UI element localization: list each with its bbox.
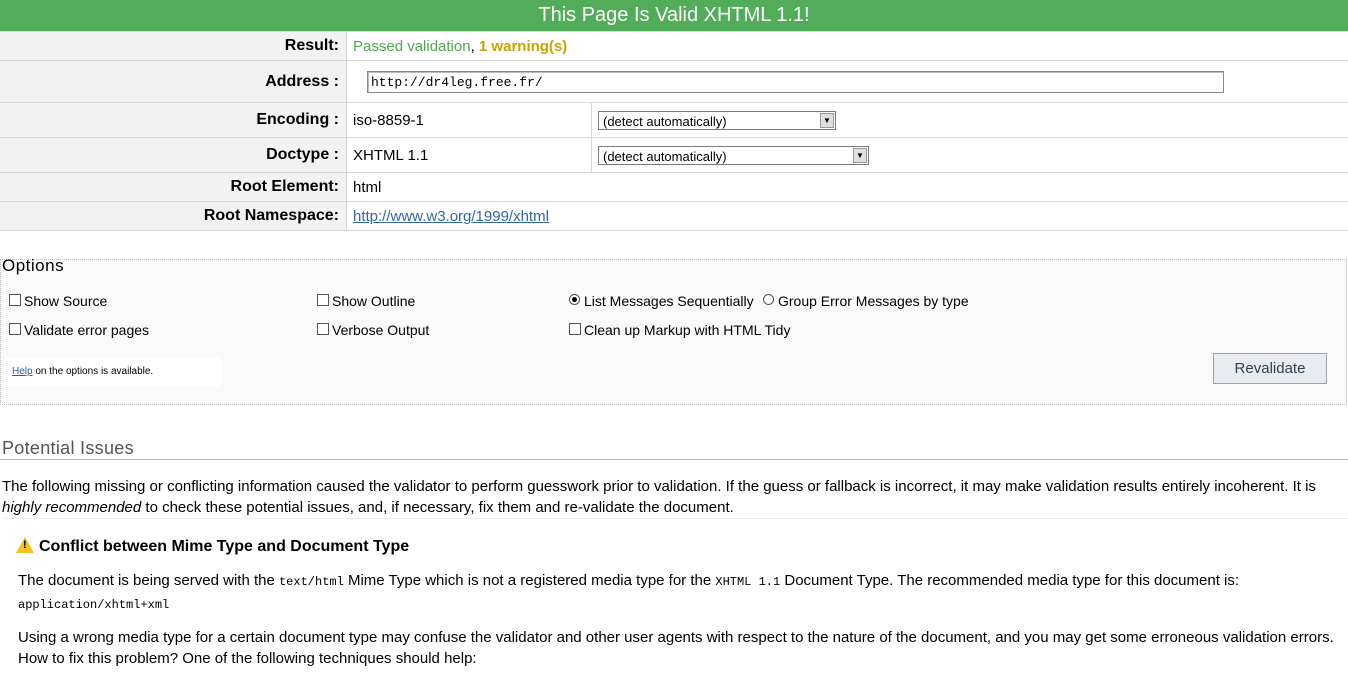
issue-title: Conflict between Mime Type and Document … [16, 537, 409, 556]
address-row: Address : http://dr4leg.free.fr/ [0, 61, 1348, 103]
validate-error-pages-label: Validate error pages [24, 322, 149, 338]
checkbox-icon [317, 294, 329, 306]
divider [0, 459, 1348, 460]
show-outline-label: Show Outline [332, 293, 415, 309]
checkbox-icon [317, 323, 329, 335]
result-separator: , [471, 38, 479, 55]
address-label: Address : [0, 61, 347, 103]
p1-text-c: Document Type. The recommended media typ… [780, 572, 1239, 589]
warning-icon [16, 537, 34, 553]
result-label: Result: [0, 32, 347, 61]
html-tidy-checkbox[interactable]: Clean up Markup with HTML Tidy [569, 322, 790, 338]
group-errors-radio[interactable]: Group Error Messages by type [763, 293, 969, 309]
radio-selected-icon [569, 294, 580, 305]
radio-icon [763, 294, 774, 305]
encoding-select[interactable]: (detect automatically) ▼ [598, 111, 836, 130]
root-element-row: Root Element: html [0, 173, 1348, 202]
p1-code-doctype: XHTML 1.1 [715, 575, 780, 589]
intro-line-1: The following missing or conflicting inf… [2, 476, 1348, 497]
intro-emphasis: highly recommended [2, 499, 141, 516]
root-element-value: html [347, 173, 1348, 202]
namespace-link[interactable]: http://www.w3.org/1999/xhtml [353, 208, 549, 225]
verbose-output-checkbox[interactable]: Verbose Output [317, 322, 429, 338]
root-namespace-label: Root Namespace: [0, 202, 347, 231]
issue-paragraph-2: Using a wrong media type for a certain d… [18, 627, 1338, 669]
doctype-label: Doctype : [0, 138, 347, 173]
doctype-value: XHTML 1.1 [347, 138, 592, 173]
list-sequential-radio[interactable]: List Messages Sequentially [569, 293, 754, 309]
checkbox-icon [569, 323, 581, 335]
passed-text: Passed validation [353, 38, 471, 55]
verbose-output-label: Verbose Output [332, 322, 429, 338]
encoding-label: Encoding : [0, 103, 347, 138]
result-row: Result: Passed validation, 1 warning(s) [0, 32, 1348, 61]
show-source-checkbox[interactable]: Show Source [9, 293, 107, 309]
issue-title-text: Conflict between Mime Type and Document … [39, 538, 409, 555]
list-sequential-label: List Messages Sequentially [584, 293, 754, 309]
doctype-select-value: (detect automatically) [603, 149, 727, 164]
root-element-label: Root Element: [0, 173, 347, 202]
encoding-value: iso-8859-1 [347, 103, 592, 138]
result-value: Passed validation, 1 warning(s) [347, 32, 1348, 61]
help-text: on the options is available. [33, 366, 154, 377]
warning-count: 1 warning(s) [479, 38, 567, 55]
validation-banner: This Page Is Valid XHTML 1.1! [0, 0, 1348, 31]
show-source-label: Show Source [24, 293, 107, 309]
root-namespace-row: Root Namespace: http://www.w3.org/1999/x… [0, 202, 1348, 231]
revalidate-button[interactable]: Revalidate [1213, 353, 1327, 384]
doctype-row: Doctype : XHTML 1.1 (detect automaticall… [0, 138, 1348, 173]
options-title: Options [2, 256, 64, 276]
encoding-row: Encoding : iso-8859-1 (detect automatica… [0, 103, 1348, 138]
p1-text-a: The document is being served with the [18, 572, 279, 589]
issue-paragraph-1: The document is being served with the te… [18, 570, 1338, 616]
help-note: Help on the options is available. [6, 357, 221, 387]
show-outline-checkbox[interactable]: Show Outline [317, 293, 415, 309]
validate-error-pages-checkbox[interactable]: Validate error pages [9, 322, 149, 338]
address-input[interactable]: http://dr4leg.free.fr/ [367, 71, 1224, 93]
html-tidy-label: Clean up Markup with HTML Tidy [584, 322, 790, 338]
doctype-select[interactable]: (detect automatically) ▼ [598, 146, 869, 165]
p1-code-mime: text/html [279, 575, 344, 589]
p1-code-recommended: application/xhtml+xml [18, 598, 169, 612]
help-link[interactable]: Help [12, 366, 33, 377]
group-errors-label: Group Error Messages by type [778, 293, 969, 309]
intro-rest: to check these potential issues, and, if… [141, 499, 734, 516]
p1-text-b: Mime Type which is not a registered medi… [344, 572, 716, 589]
chevron-down-icon: ▼ [853, 148, 867, 163]
intro-line-2: highly recommended to check these potent… [2, 497, 1348, 518]
checkbox-icon [9, 294, 21, 306]
potential-issues-intro: The following missing or conflicting inf… [2, 476, 1348, 518]
chevron-down-icon: ▼ [820, 113, 834, 128]
potential-issues-title: Potential Issues [2, 438, 134, 459]
result-table: Result: Passed validation, 1 warning(s) … [0, 31, 1348, 231]
encoding-select-value: (detect automatically) [603, 114, 727, 129]
checkbox-icon [9, 323, 21, 335]
